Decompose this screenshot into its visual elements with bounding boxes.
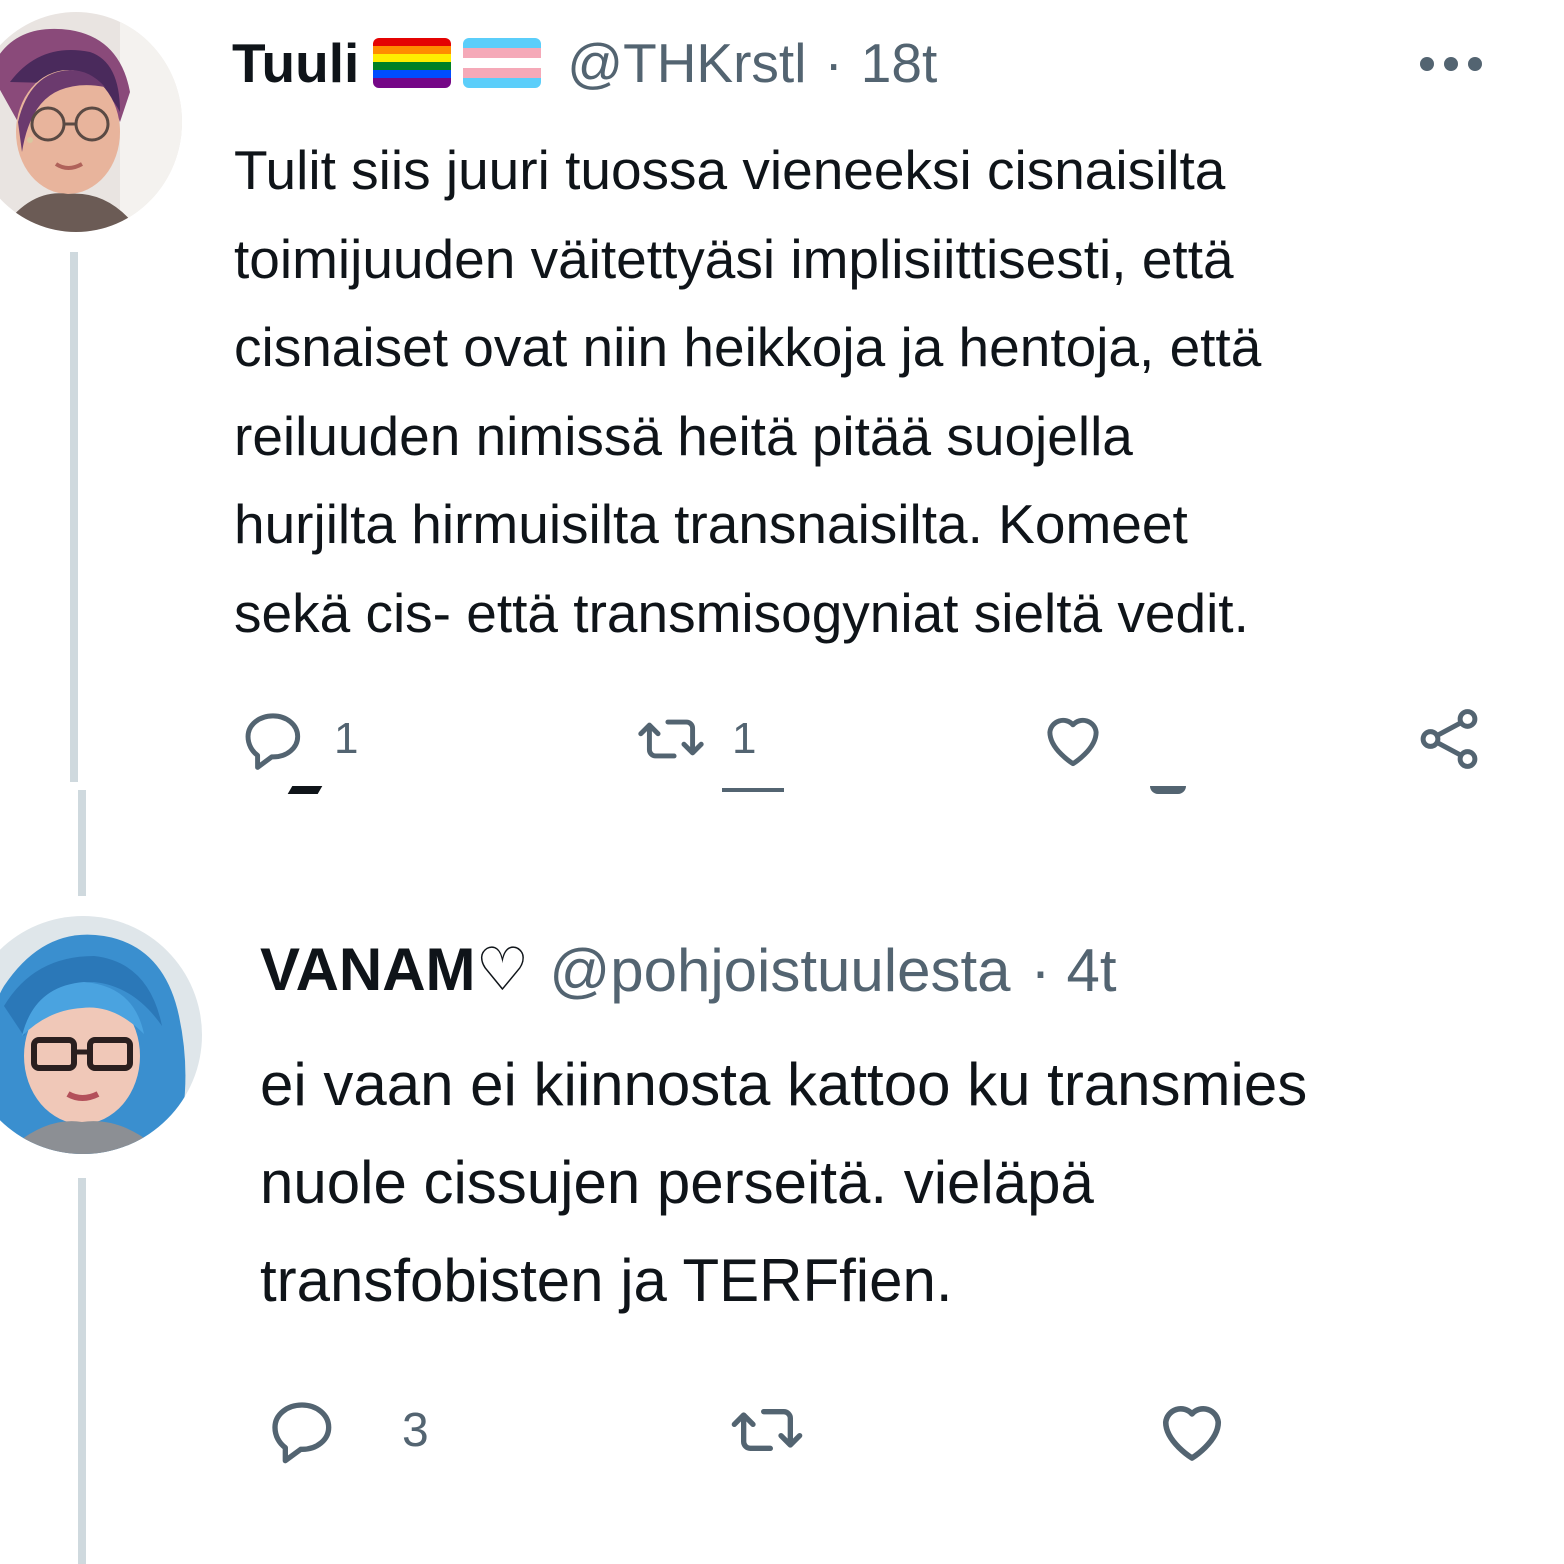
separator-dot: · [1030, 936, 1051, 1004]
like-button[interactable] [1150, 1388, 1258, 1472]
share-button[interactable] [1412, 702, 1486, 776]
avatar-image [0, 916, 202, 1154]
retweet-button[interactable]: 1 [634, 702, 756, 776]
tweet-header: VANAM♡ @pohjoistuulesta · 4t [260, 934, 1117, 1006]
retweet-count: 1 [732, 714, 757, 763]
reply-button[interactable]: 1 [236, 702, 358, 776]
timestamp[interactable]: 4t [1067, 936, 1117, 1005]
retweet-icon [731, 1409, 803, 1451]
thread-line-middle [78, 790, 86, 896]
tweet-header: Tuuli @THKrstl · 18t [232, 30, 937, 96]
screenshot-seam [287, 786, 323, 794]
avatar-tuuli[interactable] [0, 12, 182, 232]
heart-icon [1162, 1406, 1222, 1461]
thread-line-bottom [78, 1178, 86, 1564]
retweet-icon [638, 719, 704, 759]
reply-icon [272, 1402, 332, 1464]
like-button[interactable] [1036, 702, 1134, 776]
tweet-text: ei vaan ei kiinnosta kattoo ku transmies… [260, 1051, 1308, 1314]
heart-icon [1047, 717, 1099, 767]
more-horizontal-icon[interactable] [1416, 52, 1486, 76]
share-icon [1420, 709, 1478, 769]
user-handle[interactable]: @pohjoistuulesta [549, 936, 1010, 1005]
thread-line-top [70, 252, 78, 782]
retweet-button[interactable] [720, 1390, 838, 1470]
transgender-flag-icon [463, 38, 542, 88]
rainbow-flag-icon [373, 38, 452, 88]
display-name[interactable]: VANAM♡ [260, 935, 529, 1005]
display-name[interactable]: Tuuli [232, 31, 359, 95]
avatar-image [0, 12, 182, 232]
screenshot-seam [1150, 786, 1186, 794]
avatar-vanam[interactable] [0, 916, 202, 1154]
screenshot-seam [722, 788, 784, 792]
reply-icon [245, 713, 301, 770]
timestamp[interactable]: 18t [861, 31, 937, 95]
tweet-text: Tulit siis juuri tuossa vieneeksi cisnai… [234, 139, 1262, 644]
reply-button[interactable]: 3 [262, 1390, 429, 1470]
reply-count: 3 [402, 1403, 429, 1457]
reply-count: 1 [334, 714, 359, 763]
separator-dot: · [824, 32, 843, 94]
user-handle[interactable]: @THKrstl [567, 31, 806, 95]
